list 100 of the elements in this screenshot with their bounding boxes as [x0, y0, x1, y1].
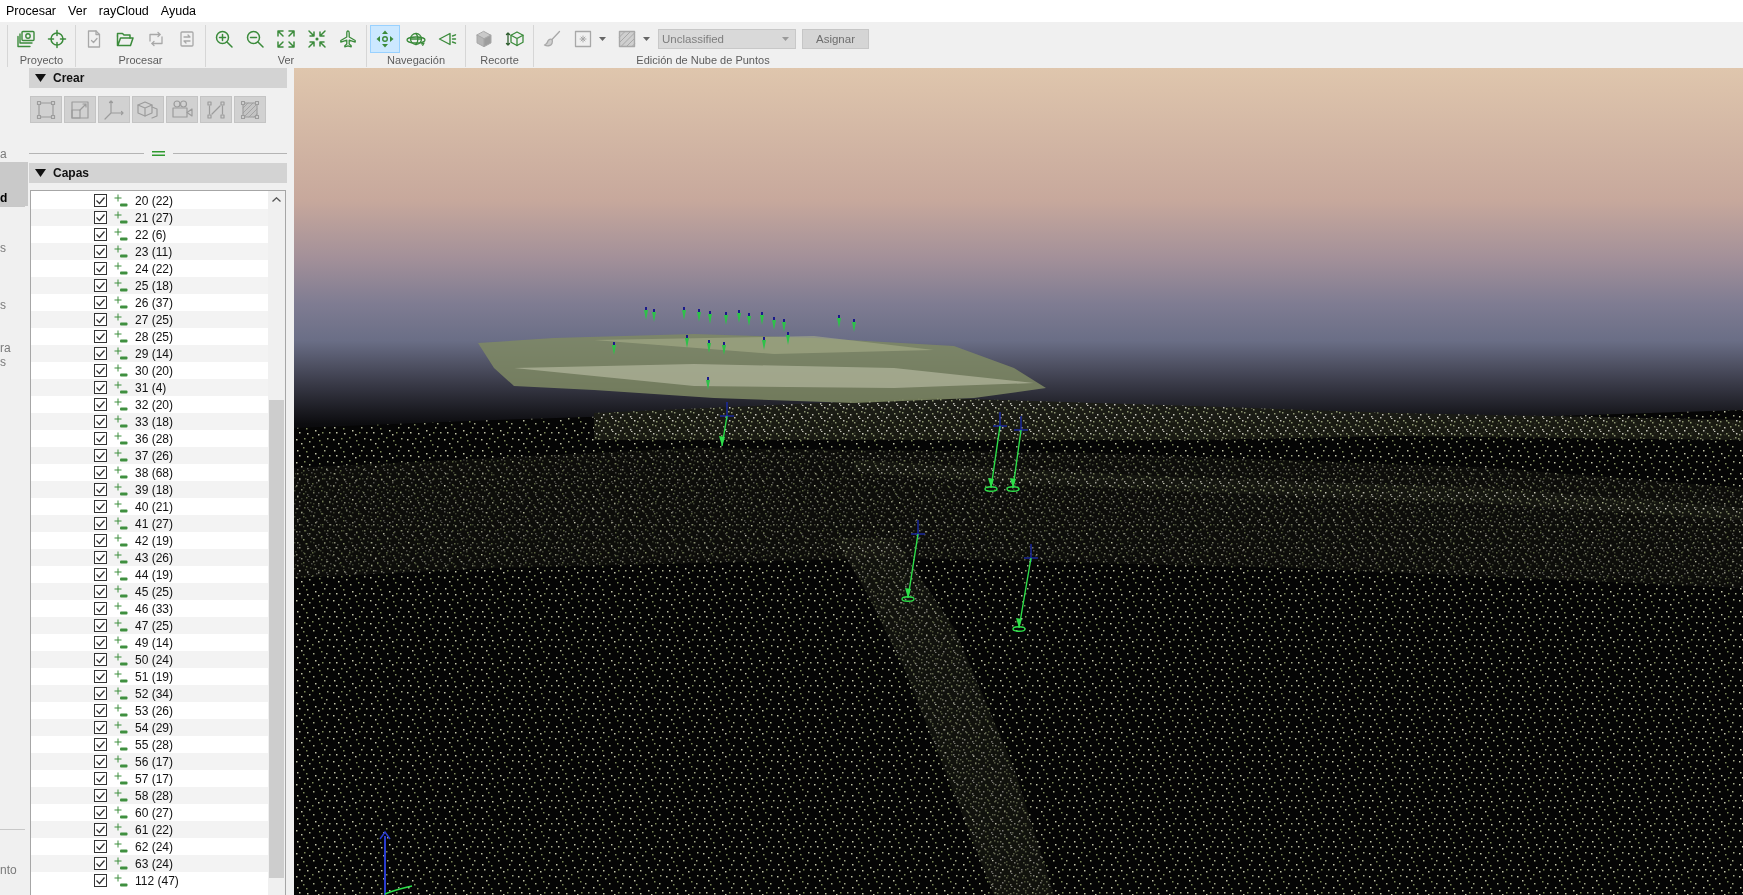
- plus-icon: [114, 193, 128, 208]
- checkbox[interactable]: [94, 602, 107, 615]
- airplane-icon: [338, 29, 358, 49]
- move-icon: [375, 29, 395, 49]
- plus-icon: [114, 244, 128, 259]
- checkbox[interactable]: [94, 313, 107, 326]
- layer-row[interactable]: 52 (34): [31, 685, 268, 702]
- checkbox[interactable]: [94, 738, 107, 751]
- plus-icon: [114, 737, 128, 752]
- checkbox[interactable]: [94, 840, 107, 853]
- checkbox[interactable]: [94, 347, 107, 360]
- plus-icon: [114, 516, 128, 531]
- checkbox[interactable]: [94, 551, 107, 564]
- checkbox[interactable]: [94, 874, 107, 887]
- crosshair-icon: [47, 29, 67, 49]
- layer-row[interactable]: 54 (29): [31, 719, 268, 736]
- view-tab[interactable]: s: [0, 256, 28, 313]
- checkbox[interactable]: [94, 721, 107, 734]
- checkbox[interactable]: [94, 857, 107, 870]
- checkbox[interactable]: [94, 194, 107, 207]
- menu-item[interactable]: rayCloud: [92, 1, 155, 21]
- plus-icon: [114, 465, 128, 480]
- plus-icon: [114, 414, 128, 429]
- checkbox[interactable]: [94, 568, 107, 581]
- view-tab[interactable]: a: [0, 68, 28, 162]
- checkbox[interactable]: [94, 228, 107, 241]
- scroll-up-icon[interactable]: [272, 197, 281, 202]
- layer-row[interactable]: 31 (4): [31, 379, 268, 396]
- checkbox[interactable]: [94, 500, 107, 513]
- plus-icon: [114, 686, 128, 701]
- checkbox[interactable]: [94, 653, 107, 666]
- checkbox[interactable]: [94, 296, 107, 309]
- checkbox[interactable]: [94, 823, 107, 836]
- checkbox[interactable]: [94, 211, 107, 224]
- menu-item[interactable]: Procesar: [0, 1, 63, 21]
- checkbox[interactable]: [94, 483, 107, 496]
- layer-row[interactable]: 45 (25): [31, 583, 268, 600]
- scrollbar[interactable]: [268, 191, 285, 895]
- checkbox[interactable]: [94, 687, 107, 700]
- view-tab[interactable]: d: [0, 162, 28, 206]
- checkbox[interactable]: [94, 330, 107, 343]
- checkbox[interactable]: [94, 517, 107, 530]
- checkbox[interactable]: [94, 415, 107, 428]
- toolbar-group-label: Procesar: [118, 53, 163, 67]
- layer-row[interactable]: 29 (14): [31, 345, 268, 362]
- checkbox[interactable]: [94, 789, 107, 802]
- toolbar-group-label: Edición de Nube de Puntos: [636, 53, 770, 67]
- view-tab[interactable]: nto: [0, 830, 28, 895]
- layer-row[interactable]: 37 (26): [31, 447, 268, 464]
- plus-icon: [114, 346, 128, 361]
- checkbox[interactable]: [94, 534, 107, 547]
- zoom-in-icon: [214, 29, 234, 49]
- checkbox[interactable]: [94, 585, 107, 598]
- layer-row[interactable]: 25 (18): [31, 277, 268, 294]
- layer-row[interactable]: 50 (24): [31, 651, 268, 668]
- checkbox[interactable]: [94, 636, 107, 649]
- plus-icon: [114, 771, 128, 786]
- checkbox[interactable]: [94, 704, 107, 717]
- layer-row[interactable]: 63 (24): [31, 855, 268, 872]
- layer-row[interactable]: 27 (25): [31, 311, 268, 328]
- menu-item[interactable]: Ver: [62, 1, 93, 21]
- layer-row[interactable]: 23 (11): [31, 243, 268, 260]
- view-tab[interactable]: s: [0, 207, 28, 256]
- layer-row[interactable]: 33 (18): [31, 413, 268, 430]
- layer-row[interactable]: 43 (26): [31, 549, 268, 566]
- layer-row[interactable]: 58 (28): [31, 787, 268, 804]
- layer-row[interactable]: 41 (27): [31, 515, 268, 532]
- plus-icon: [114, 380, 128, 395]
- layer-row[interactable]: 39 (18): [31, 481, 268, 498]
- checkbox[interactable]: [94, 619, 107, 632]
- plus-icon: [114, 363, 128, 378]
- layer-row[interactable]: 61 (22): [31, 821, 268, 838]
- plus-icon: [114, 669, 128, 684]
- view-tab[interactable]: ra s: [0, 313, 28, 370]
- checkbox[interactable]: [94, 245, 107, 258]
- menu-item[interactable]: Ayuda: [154, 1, 203, 21]
- checkbox[interactable]: [94, 279, 107, 292]
- scroll-thumb[interactable]: [269, 400, 284, 878]
- toolbar-button[interactable]: [370, 25, 400, 53]
- grip-icon[interactable]: [151, 150, 165, 156]
- checkbox[interactable]: [94, 466, 107, 479]
- section-header[interactable]: Capas: [29, 163, 287, 183]
- section-header[interactable]: Crear: [29, 68, 287, 88]
- checkbox[interactable]: [94, 432, 107, 445]
- layer-row[interactable]: 21 (27): [31, 209, 268, 226]
- checkbox[interactable]: [94, 772, 107, 785]
- checkbox[interactable]: [94, 381, 107, 394]
- layer-row[interactable]: 56 (17): [31, 753, 268, 770]
- checkbox[interactable]: [94, 364, 107, 377]
- plus-icon: [114, 499, 128, 514]
- checkbox[interactable]: [94, 262, 107, 275]
- checkbox[interactable]: [94, 670, 107, 683]
- checkbox[interactable]: [94, 806, 107, 819]
- checkbox[interactable]: [94, 755, 107, 768]
- checkbox[interactable]: [94, 398, 107, 411]
- plus-icon: [114, 652, 128, 667]
- photos-icon: [16, 29, 36, 49]
- caret-icon: [643, 37, 650, 41]
- layer-row[interactable]: 47 (25): [31, 617, 268, 634]
- checkbox[interactable]: [94, 449, 107, 462]
